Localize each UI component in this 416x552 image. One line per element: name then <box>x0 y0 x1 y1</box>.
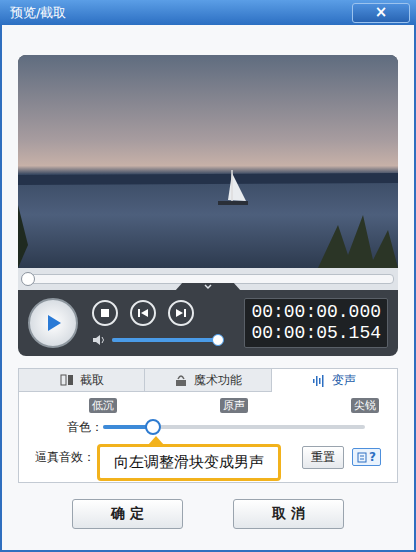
ok-button[interactable]: 确 定 <box>72 499 183 529</box>
time-display: 00:00:00.00000:00:05.154 <box>244 298 388 348</box>
cancel-button[interactable]: 取 消 <box>233 499 344 529</box>
volume-thumb[interactable] <box>212 334 224 346</box>
title-bar: 预览/截取 × <box>0 0 416 25</box>
volume-track[interactable] <box>112 338 218 342</box>
tab-bar: 截取 魔术功能 变声 <box>19 369 397 392</box>
volume <box>86 334 236 346</box>
next-frame-button[interactable] <box>168 300 194 326</box>
voice-slider-row: 音色： <box>35 416 365 438</box>
tooltip-arrow <box>148 436 164 445</box>
seek-bar <box>18 268 398 290</box>
voice-thumb[interactable] <box>145 419 161 435</box>
voice-track[interactable] <box>103 425 365 429</box>
voice-section: 低沉原声尖锐音色： <box>19 392 397 438</box>
magic-hat-icon <box>174 373 188 387</box>
transport-buttons <box>86 300 236 326</box>
voice-marks: 低沉原声尖锐 <box>103 398 365 416</box>
control-group <box>86 300 236 346</box>
window-title: 预览/截取 <box>10 4 66 22</box>
sound-wave-icon <box>312 374 326 388</box>
voice-mark: 低沉 <box>89 398 117 413</box>
document-icon <box>357 451 367 463</box>
close-button[interactable]: × <box>352 3 410 23</box>
footer: 确 定取 消 <box>18 483 398 529</box>
stop-icon <box>100 308 110 318</box>
speaker-icon <box>92 334 106 346</box>
voice-label: 音色： <box>35 419 103 436</box>
function-panel: 截取魔术功能变声低沉原声尖锐音色：逼真音效：重置?向左调整滑块变成男声 <box>18 368 398 483</box>
voice-mark: 尖锐 <box>351 398 379 413</box>
previous-icon <box>137 308 149 318</box>
tab-label: 魔术功能 <box>194 372 242 389</box>
volume-fill <box>112 338 218 342</box>
reset-button[interactable]: 重置 <box>302 446 344 469</box>
tab-label: 变声 <box>332 372 356 389</box>
stop-button[interactable] <box>92 300 118 326</box>
player: 00:00:00.00000:00:05.154 <box>18 55 398 356</box>
chevron-down-icon <box>203 283 213 291</box>
help-label: ? <box>369 450 376 464</box>
tab[interactable]: 变声 <box>272 369 397 392</box>
seek-thumb[interactable] <box>21 272 35 286</box>
video-scene-icon <box>18 55 398 268</box>
player-controls: 00:00:00.00000:00:05.154 <box>18 290 398 356</box>
cut-icon <box>60 373 74 387</box>
preview-window: 预览/截取 × 00:00:00.00000:00:05.154 截取 魔术功能 变声低沉… <box>0 0 416 552</box>
play-icon <box>43 313 63 333</box>
play-button[interactable] <box>28 298 78 348</box>
content: 00:00:00.00000:00:05.154截取魔术功能变声低沉原声尖锐音色… <box>2 25 414 550</box>
next-icon <box>175 308 187 318</box>
current-time: 00:00:00.000 <box>251 302 381 323</box>
help-button[interactable]: ? <box>352 448 381 466</box>
collapse-tab[interactable] <box>174 283 242 292</box>
previous-frame-button[interactable] <box>130 300 156 326</box>
seek-track[interactable] <box>22 274 394 284</box>
tooltip-text: 向左调整滑块变成男声 <box>114 453 264 471</box>
tooltip: 向左调整滑块变成男声 <box>97 444 281 481</box>
video-frame <box>18 55 398 268</box>
voice-mark: 原声 <box>220 398 248 413</box>
tab[interactable]: 魔术功能 <box>145 369 271 391</box>
tab[interactable]: 截取 <box>19 369 145 391</box>
total-time: 00:00:05.154 <box>251 323 381 344</box>
tab-label: 截取 <box>80 372 104 389</box>
